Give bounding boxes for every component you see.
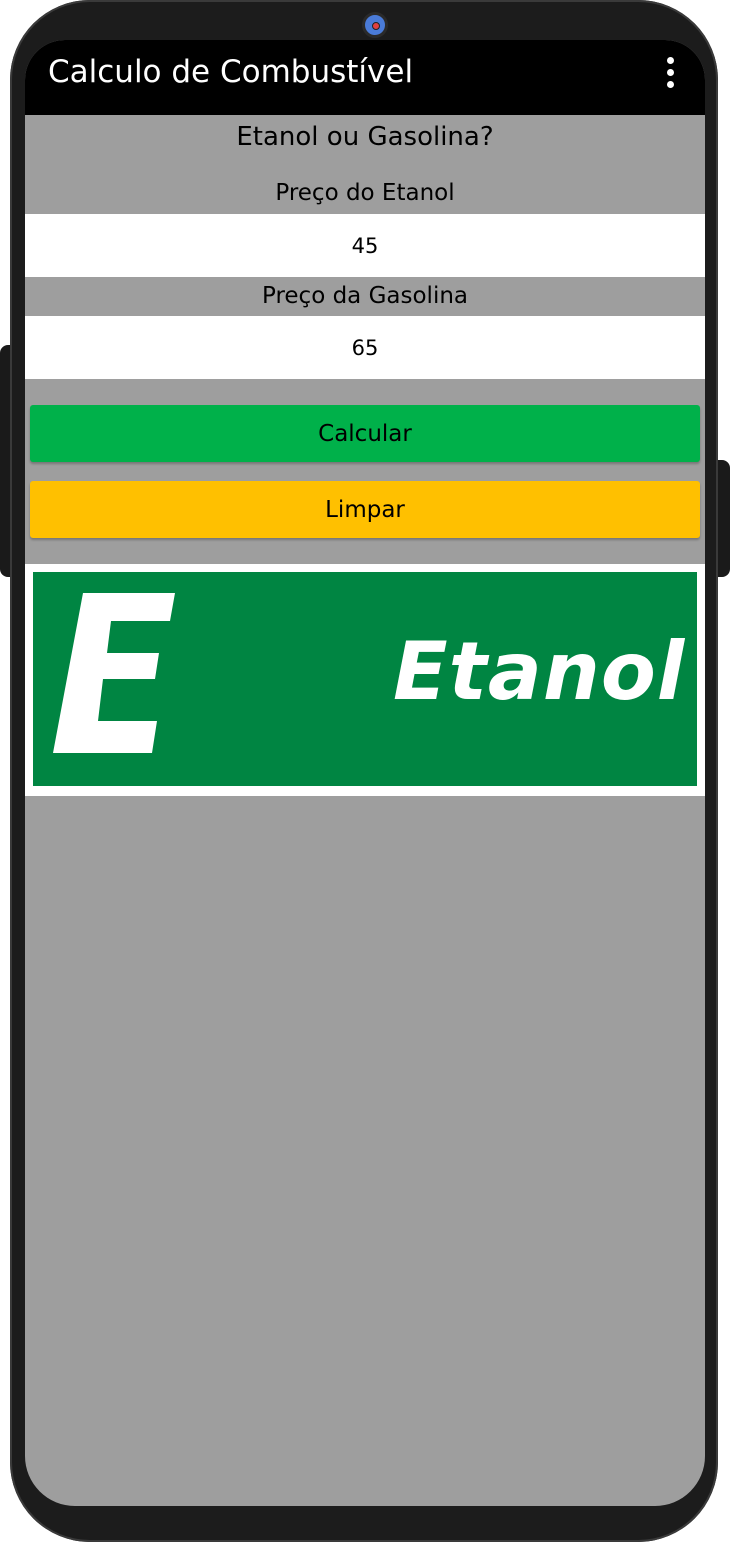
- calculate-button[interactable]: Calcular: [30, 405, 700, 462]
- logo-e-letter: [53, 593, 175, 753]
- more-vert-icon[interactable]: [655, 54, 685, 90]
- result-image: Etanol: [25, 564, 705, 796]
- gasolina-price-input[interactable]: [25, 316, 705, 379]
- app-screen: Calculo de Combustível Etanol ou Gasolin…: [25, 40, 705, 1506]
- question-title: Etanol ou Gasolina?: [236, 122, 494, 152]
- front-camera: [362, 12, 388, 38]
- clear-button[interactable]: Limpar: [30, 481, 700, 538]
- app-title: Calculo de Combustível: [48, 54, 414, 90]
- etanol-price-label: Preço do Etanol: [275, 180, 455, 206]
- gasolina-price-label: Preço da Gasolina: [261, 283, 469, 309]
- logo-wordmark: Etanol: [393, 625, 686, 718]
- etanol-price-input[interactable]: [25, 214, 705, 277]
- etanol-logo: Etanol: [33, 572, 697, 786]
- app-bar: Calculo de Combustível: [25, 40, 705, 115]
